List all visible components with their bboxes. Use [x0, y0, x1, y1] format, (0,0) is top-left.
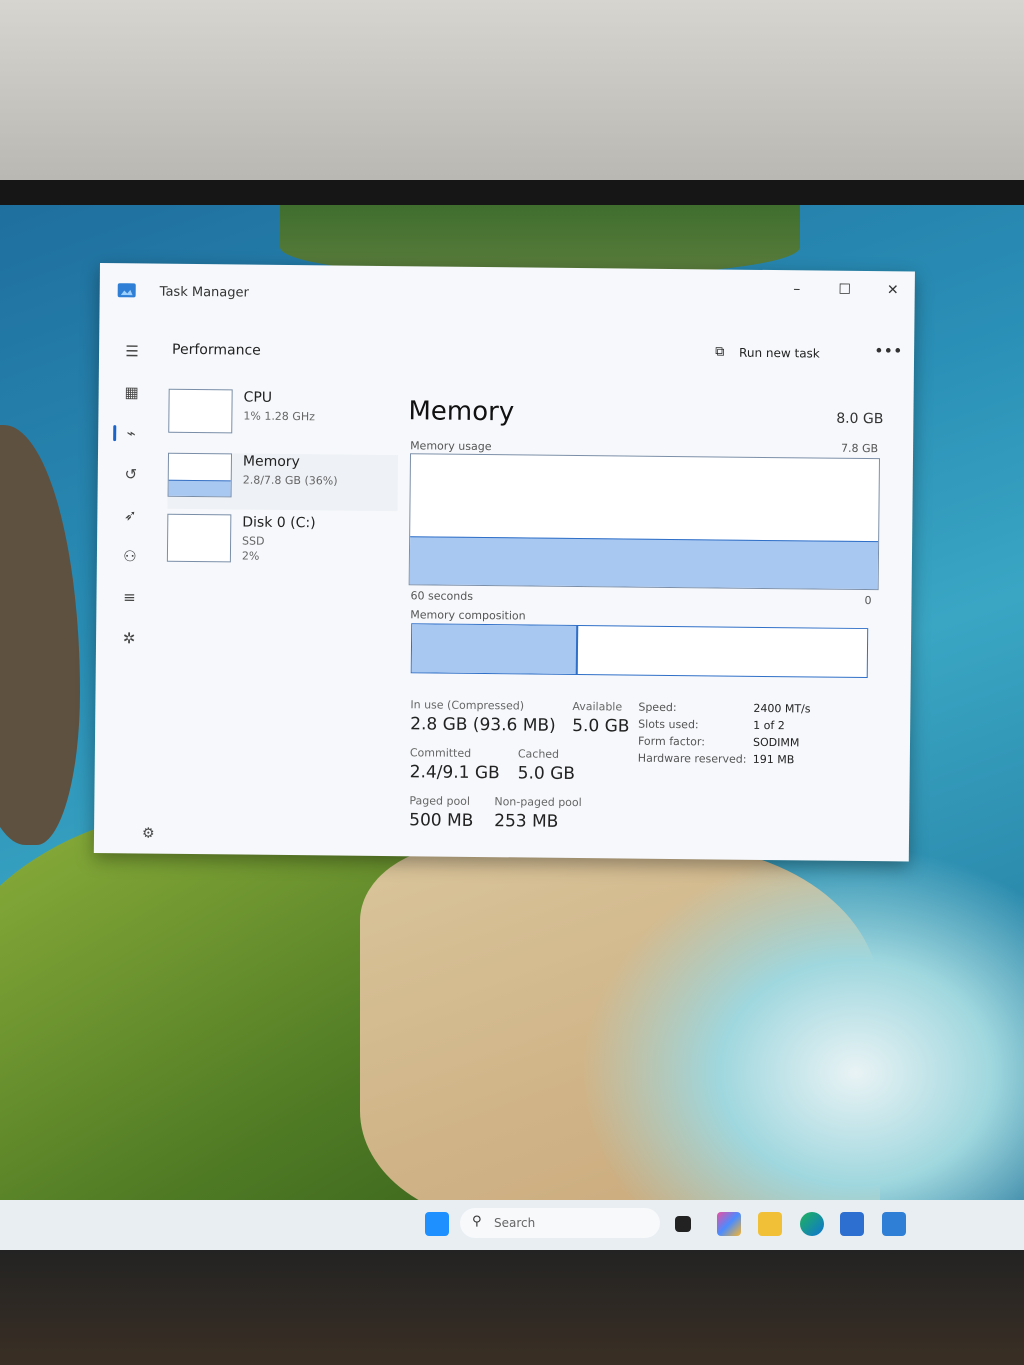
settings-gear-icon[interactable]: ⚙	[142, 825, 155, 841]
speed-value: 2400 MT/s	[753, 701, 811, 716]
page-header: Performance ⧉ Run new task •••	[154, 326, 914, 382]
memory-usage-max: 7.8 GB	[840, 441, 879, 456]
perf-item-name: Disk 0 (C:)	[242, 514, 316, 532]
in-use-label: In use (Compressed)	[410, 698, 525, 713]
speed-label: Speed:	[638, 700, 677, 715]
cpu-thumbnail-graph	[168, 388, 233, 434]
non-paged-pool-label: Non-paged pool	[494, 795, 582, 810]
store-icon[interactable]	[840, 1212, 864, 1236]
nav-rail: ☰ ▦ ⌁ ↺ ➶ ⚇ ≡ ✲	[109, 325, 154, 845]
active-indicator	[113, 425, 117, 442]
disk-thumbnail-graph	[166, 513, 232, 563]
search-icon: ⚲	[472, 1214, 482, 1229]
memory-total: 8.0 GB	[836, 410, 884, 428]
memory-thumbnail-graph	[167, 452, 233, 498]
processes-icon[interactable]: ▦	[120, 380, 144, 404]
perf-item-sub: 1% 1.28 GHz	[243, 409, 315, 424]
cached-value: 5.0 GB	[517, 763, 576, 785]
memory-in-use-segment	[411, 624, 579, 675]
run-task-icon: ⧉	[715, 344, 725, 360]
copilot-icon[interactable]	[717, 1212, 741, 1236]
memory-thumbnail-fill	[168, 479, 231, 497]
performance-list: CPU 1% 1.28 GHz Memory 2.8/7.8 GB (36%) …	[166, 388, 399, 563]
perf-item-memory[interactable]: Memory 2.8/7.8 GB (36%)	[167, 452, 399, 512]
perf-item-sub: 2.8/7.8 GB (36%)	[242, 473, 338, 488]
wallpaper-surf	[580, 845, 1024, 1215]
perf-item-cpu[interactable]: CPU 1% 1.28 GHz	[168, 388, 399, 447]
available-label: Available	[572, 699, 623, 714]
hardware-reserved-value: 191 MB	[752, 752, 795, 767]
wallpaper-cliff-top	[280, 205, 800, 275]
memory-usage-graph	[408, 453, 880, 591]
startup-apps-icon[interactable]: ➶	[118, 503, 142, 527]
task-view-icon[interactable]	[675, 1216, 691, 1232]
users-icon[interactable]: ⚇	[118, 544, 142, 568]
memory-detail-panel: Memory 8.0 GB Memory usage 7.8 GB 60 sec…	[408, 396, 884, 832]
details-icon[interactable]: ≡	[117, 585, 141, 609]
maximize-button[interactable]: ☐	[825, 277, 865, 303]
graph-axis-left: 60 seconds	[410, 589, 474, 603]
perf-item-sub2: 2%	[241, 549, 260, 563]
memory-title: Memory	[408, 396, 515, 428]
page-title: Performance	[172, 341, 261, 359]
graph-axis-right: 0	[864, 594, 872, 608]
window-title: Task Manager	[159, 284, 249, 301]
close-button[interactable]: ✕	[873, 277, 913, 303]
non-paged-pool-value: 253 MB	[494, 811, 559, 832]
perf-item-name: Memory	[242, 453, 300, 471]
taskbar-search[interactable]: ⚲ Search	[460, 1208, 660, 1238]
wall-background	[0, 0, 1024, 185]
perf-item-disk[interactable]: Disk 0 (C:) SSD 2%	[166, 513, 398, 572]
minimize-button[interactable]: –	[777, 276, 817, 302]
services-icon[interactable]: ✲	[117, 626, 141, 650]
slots-used-label: Slots used:	[638, 717, 699, 732]
task-manager-window: Task Manager – ☐ ✕ ☰ ▦ ⌁ ↺ ➶ ⚇ ≡ ✲ ⚙ Per…	[93, 263, 915, 862]
hardware-reserved-label: Hardware reserved:	[637, 751, 747, 766]
form-factor-label: Form factor:	[637, 734, 706, 749]
paged-pool-label: Paged pool	[409, 794, 471, 808]
perf-item-name: CPU	[243, 389, 273, 406]
committed-label: Committed	[409, 746, 472, 760]
run-new-task-label: Run new task	[739, 345, 820, 361]
form-factor-value: SODIMM	[752, 735, 800, 750]
start-windows-icon[interactable]	[425, 1212, 449, 1236]
available-value: 5.0 GB	[572, 715, 630, 737]
app-history-icon[interactable]: ↺	[119, 462, 143, 486]
run-new-task-button[interactable]: ⧉ Run new task	[715, 344, 820, 361]
perf-item-sub: SSD	[242, 534, 265, 548]
hamburger-menu-icon[interactable]: ☰	[120, 339, 144, 363]
in-use-value: 2.8 GB (93.6 MB)	[410, 714, 556, 736]
performance-icon[interactable]: ⌁	[119, 421, 143, 445]
title-bar[interactable]: Task Manager – ☐ ✕	[99, 263, 915, 330]
task-manager-app-icon	[117, 283, 136, 298]
file-explorer-icon[interactable]	[758, 1212, 782, 1236]
slots-used-value: 1 of 2	[753, 718, 785, 733]
edge-browser-icon[interactable]	[800, 1212, 824, 1236]
more-options-button[interactable]: •••	[874, 341, 903, 360]
cached-label: Cached	[517, 747, 560, 761]
paged-pool-value: 500 MB	[409, 810, 474, 831]
committed-value: 2.4/9.1 GB	[409, 762, 500, 784]
memory-usage-label: Memory usage	[410, 439, 492, 454]
memory-usage-fill	[409, 536, 879, 590]
monitor-logo-strip	[0, 1285, 340, 1325]
wallpaper-rock-left	[0, 425, 80, 845]
memory-composition-label: Memory composition	[410, 608, 526, 623]
memory-composition-graph	[410, 623, 869, 679]
task-manager-taskbar-icon[interactable]	[882, 1212, 906, 1236]
search-placeholder: Search	[494, 1216, 536, 1230]
